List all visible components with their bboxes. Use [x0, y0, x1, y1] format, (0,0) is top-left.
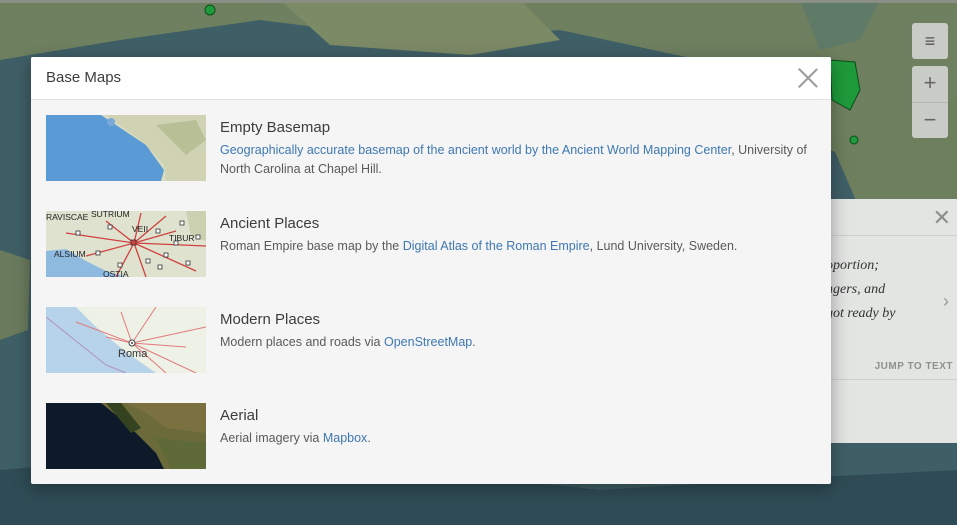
place-marker[interactable]	[204, 4, 216, 16]
basemap-name: Ancient Places	[220, 215, 320, 232]
text-snippet: oportion; ngers, and got ready by	[826, 258, 896, 321]
zoom-out-button[interactable]: −	[912, 102, 948, 138]
empty-basemap-thumbnail	[46, 115, 206, 181]
basemap-option-aerial[interactable]: Aerial Aerial imagery via Mapbox.	[31, 388, 831, 484]
basemap-option-empty[interactable]: Empty Basemap Geographically accurate ba…	[31, 100, 831, 196]
description-text: .	[472, 335, 476, 349]
description-text: .	[367, 431, 371, 445]
layers-menu-button[interactable]: ≡	[912, 23, 948, 59]
basemap-option-modern-places[interactable]: Roma Modern Places Modern places and roa…	[31, 292, 831, 388]
thumb-label: ALSIUM	[54, 249, 86, 259]
thumb-label: OSTIA	[103, 269, 129, 277]
thumb-label: Roma	[118, 348, 148, 360]
thumb-label: SUTRIUM	[91, 211, 130, 219]
mapbox-link[interactable]: Mapbox	[323, 431, 367, 445]
basemap-name: Modern Places	[220, 311, 321, 328]
basemap-name: Aerial	[220, 407, 259, 424]
basemap-description: Geographically accurate basemap of the a…	[220, 141, 810, 179]
dare-link[interactable]: Digital Atlas of the Roman Empire	[403, 239, 590, 253]
modern-places-thumbnail: Roma	[46, 307, 206, 373]
aerial-thumbnail	[46, 403, 206, 469]
chevron-right-icon[interactable]: ›	[943, 291, 949, 312]
hamburger-menu-icon: ≡	[924, 31, 936, 51]
openstreetmap-link[interactable]: OpenStreetMap	[384, 335, 472, 349]
basemap-option-ancient-places[interactable]: RAVISCAE SUTRIUM VEII TIBUR ALSIUM OSTIA…	[31, 196, 831, 292]
basemap-list: Empty Basemap Geographically accurate ba…	[31, 100, 831, 484]
thumb-label: TIBUR	[169, 233, 195, 243]
close-icon[interactable]	[797, 67, 819, 89]
basemap-description: Aerial imagery via Mapbox.	[220, 429, 810, 448]
description-text: Roman Empire base map by the	[220, 239, 403, 253]
thumb-label: VEII	[132, 224, 148, 234]
map-top-border	[0, 0, 957, 3]
basemap-description: Modern places and roads via OpenStreetMa…	[220, 333, 810, 352]
awmc-link[interactable]: Geographically accurate basemap of the a…	[220, 143, 731, 157]
jump-to-text-link[interactable]: JUMP TO TEXT	[875, 361, 953, 372]
basemap-name: Empty Basemap	[220, 119, 331, 136]
description-text: , Lund University, Sweden.	[589, 239, 738, 253]
basemap-description: Roman Empire base map by the Digital Atl…	[220, 237, 810, 256]
place-marker[interactable]	[849, 135, 859, 145]
modal-title: Base Maps	[46, 69, 122, 86]
modal-header: Base Maps	[31, 57, 831, 100]
description-text: Modern places and roads via	[220, 335, 384, 349]
description-text: Aerial imagery via	[220, 431, 323, 445]
ancient-places-thumbnail: RAVISCAE SUTRIUM VEII TIBUR ALSIUM OSTIA	[46, 211, 206, 277]
zoom-control: + −	[912, 66, 948, 138]
base-maps-modal: Base Maps Empty Basemap Geographically a…	[31, 57, 831, 484]
thumb-label: RAVISCAE	[46, 212, 89, 222]
close-icon[interactable]: ✕	[933, 207, 951, 229]
zoom-in-button[interactable]: +	[912, 66, 948, 102]
